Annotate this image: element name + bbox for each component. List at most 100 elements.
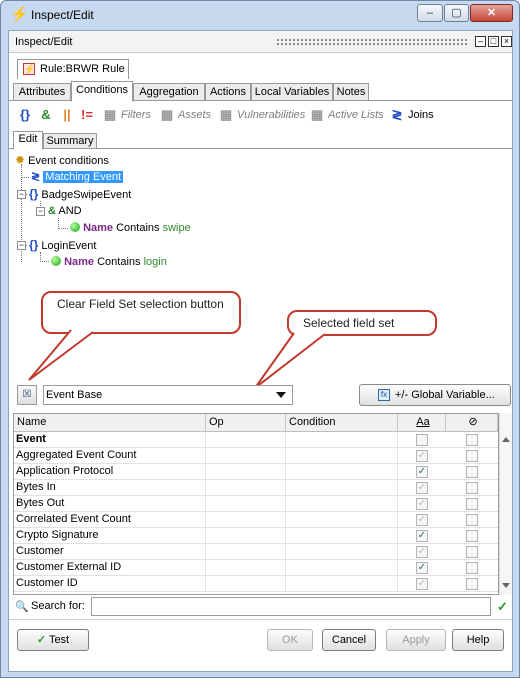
maximize-button[interactable]: ▢ — [444, 4, 469, 22]
function-icon: fx — [378, 389, 390, 401]
table-row[interactable]: Aggregated Event Count ✓ — [14, 448, 498, 464]
search-icon: 🔍 — [15, 601, 29, 613]
window-title: Inspect/Edit — [31, 8, 94, 22]
column-header-op[interactable]: Op — [206, 414, 286, 432]
arcsight-logo-icon: ⚡ — [10, 6, 29, 23]
cell-op[interactable] — [206, 528, 286, 544]
case-sensitive-checkbox[interactable]: ✓ — [416, 450, 428, 462]
cell-condition[interactable] — [286, 448, 398, 464]
check-icon: ✓ — [36, 634, 47, 646]
case-sensitive-checkbox[interactable]: ✓ — [416, 546, 428, 558]
case-sensitive-checkbox[interactable]: ✓ — [416, 562, 428, 574]
cell-condition[interactable] — [286, 480, 398, 496]
title-bar[interactable]: ⚡ Inspect/Edit – ▢ ✕ — [1, 1, 519, 29]
table-row[interactable]: Crypto Signature ✓ — [14, 528, 498, 544]
scroll-up-icon[interactable] — [502, 437, 510, 442]
minimize-button[interactable]: – — [417, 4, 443, 22]
search-label: Search for: — [31, 600, 85, 612]
case-sensitive-checkbox[interactable]: ✓ — [416, 466, 428, 478]
cancel-button[interactable]: Cancel — [322, 629, 376, 651]
table-row[interactable]: Application Protocol ✓ — [14, 464, 498, 480]
not-checkbox[interactable] — [466, 514, 478, 526]
cell-condition[interactable] — [286, 544, 398, 560]
cell-condition[interactable] — [286, 464, 398, 480]
not-checkbox[interactable] — [466, 434, 478, 446]
cell-op[interactable] — [206, 544, 286, 560]
cell-condition[interactable] — [286, 576, 398, 592]
table-row[interactable]: Customer ✓ — [14, 544, 498, 560]
cell-condition[interactable] — [286, 432, 398, 448]
table-row[interactable]: Customer External ID ✓ — [14, 560, 498, 576]
table-row[interactable]: Event — [14, 432, 498, 448]
cell-op[interactable] — [206, 512, 286, 528]
inspect-edit-window: ⚡ Inspect/Edit – ▢ ✕ Inspect/Edit – □ × … — [0, 0, 520, 678]
column-header-name[interactable]: Name — [14, 414, 206, 432]
case-sensitive-checkbox[interactable]: ✓ — [416, 578, 428, 590]
cell-condition[interactable] — [286, 512, 398, 528]
cell-op[interactable] — [206, 448, 286, 464]
case-sensitive-checkbox[interactable]: ✓ — [416, 498, 428, 510]
ok-button[interactable]: OK — [267, 629, 313, 651]
test-label: Test — [48, 634, 70, 646]
scroll-down-icon[interactable] — [502, 583, 510, 588]
cell-op[interactable] — [206, 464, 286, 480]
selected-callout-arrow — [254, 332, 326, 389]
not-checkbox[interactable] — [466, 546, 478, 558]
case-sensitive-checkbox[interactable] — [416, 434, 428, 446]
field-set-select[interactable]: Event Base — [43, 385, 293, 405]
grid-scrollbar[interactable] — [499, 413, 512, 595]
ok-label: OK — [282, 634, 298, 646]
column-header-case-sensitive[interactable]: Aa — [398, 414, 446, 432]
column-header-not[interactable]: ⊘ — [446, 414, 498, 432]
cell-op[interactable] — [206, 496, 286, 512]
column-header-condition[interactable]: Condition — [286, 414, 398, 432]
table-row[interactable]: Customer ID ✓ — [14, 576, 498, 592]
cell-op[interactable] — [206, 560, 286, 576]
cell-name: Application Protocol — [14, 464, 206, 480]
not-checkbox[interactable] — [466, 562, 478, 574]
cell-condition[interactable] — [286, 528, 398, 544]
cell-name: Correlated Event Count — [14, 512, 206, 528]
cell-name: Bytes In — [14, 480, 206, 496]
cell-op[interactable] — [206, 432, 286, 448]
not-checkbox[interactable] — [466, 482, 478, 494]
not-checkbox[interactable] — [466, 450, 478, 462]
help-button[interactable]: Help — [452, 629, 504, 651]
not-checkbox[interactable] — [466, 466, 478, 478]
case-sensitive-checkbox[interactable]: ✓ — [416, 482, 428, 494]
global-variable-label: +/- Global Variable... — [395, 389, 495, 401]
help-label: Help — [466, 634, 490, 646]
cell-name: Crypto Signature — [14, 528, 206, 544]
table-row[interactable]: Bytes Out ✓ — [14, 496, 498, 512]
cell-name: Aggregated Event Count — [14, 448, 206, 464]
clear-callout-arrow — [28, 329, 94, 381]
not-checkbox[interactable] — [466, 530, 478, 542]
clear-field-set-button[interactable]: ☒ — [17, 385, 37, 405]
test-button[interactable]: ✓ Test — [17, 629, 89, 651]
case-sensitive-checkbox[interactable]: ✓ — [416, 514, 428, 526]
table-row[interactable]: Bytes In ✓ — [14, 480, 498, 496]
cell-condition[interactable] — [286, 560, 398, 576]
cell-name: Customer ID — [14, 576, 206, 592]
cancel-label: Cancel — [331, 634, 367, 646]
search-input[interactable] — [91, 597, 491, 616]
chevron-down-icon — [276, 392, 286, 398]
cell-op[interactable] — [206, 576, 286, 592]
field-set-value: Event Base — [46, 389, 103, 401]
apply-button[interactable]: Apply — [386, 629, 446, 651]
field-set-row: ☒ Event Base fx +/- Global Variable... — [9, 381, 512, 409]
not-checkbox[interactable] — [466, 578, 478, 590]
check-icon[interactable]: ✓ — [497, 599, 508, 615]
cell-name: Customer — [14, 544, 206, 560]
close-button[interactable]: ✕ — [470, 4, 513, 22]
field-grid: Name Op Condition Aa ⊘ Event Aggregated E… — [13, 413, 499, 595]
case-sensitive-checkbox[interactable]: ✓ — [416, 530, 428, 542]
apply-label: Apply — [402, 634, 430, 646]
footer-separator — [9, 619, 512, 620]
table-row[interactable]: Correlated Event Count ✓ — [14, 512, 498, 528]
global-variable-button[interactable]: fx +/- Global Variable... — [359, 384, 511, 406]
cell-op[interactable] — [206, 480, 286, 496]
not-checkbox[interactable] — [466, 498, 478, 510]
callout-arrows — [28, 329, 326, 389]
cell-condition[interactable] — [286, 496, 398, 512]
